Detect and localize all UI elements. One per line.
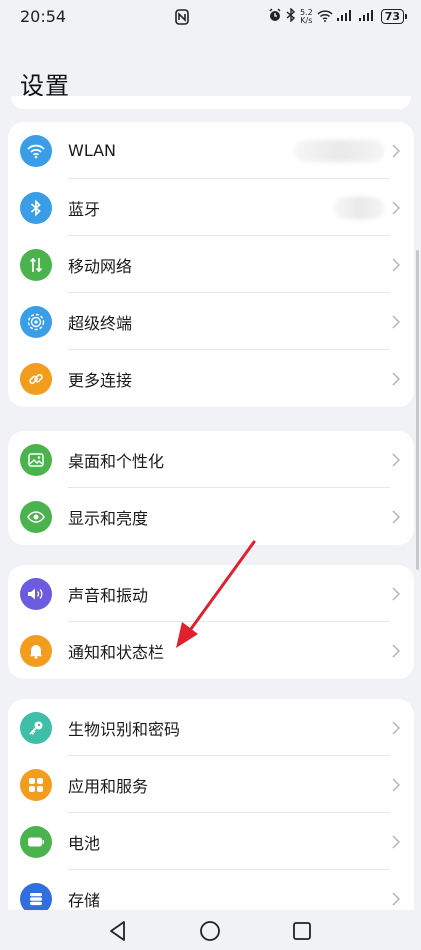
setting-bluetooth[interactable]: 蓝牙 <box>8 179 414 236</box>
nfc-icon <box>175 9 189 29</box>
status-time: 20:54 <box>20 7 67 26</box>
signal-icon-1 <box>336 9 355 24</box>
setting-storage[interactable]: 存储 <box>8 870 414 910</box>
link-icon <box>20 362 52 395</box>
chevron-right-icon <box>392 891 401 911</box>
signal-icon-2 <box>358 9 377 24</box>
status-icons: 5.2 K/s 73 <box>268 7 407 25</box>
setting-home-screen[interactable]: 桌面和个性化 <box>8 431 414 488</box>
wallpaper-icon <box>20 443 52 476</box>
setting-super-device[interactable]: 超级终端 <box>8 293 414 350</box>
apps-icon <box>20 768 52 801</box>
home-icon[interactable] <box>197 918 223 944</box>
setting-battery[interactable]: 电池 <box>8 813 414 870</box>
bluetooth-status-icon <box>286 7 296 25</box>
chevron-right-icon <box>392 143 401 163</box>
settings-group-display: 桌面和个性化 显示和亮度 <box>8 431 414 545</box>
recents-icon[interactable] <box>289 918 315 944</box>
speaker-icon <box>20 577 52 610</box>
super-device-icon <box>20 305 52 338</box>
key-icon <box>20 711 52 744</box>
status-bar: 20:54 5.2 K/s 73 <box>0 0 421 36</box>
chevron-right-icon <box>392 452 401 472</box>
setting-label: 超级终端 <box>68 313 133 333</box>
setting-notifications-status-bar[interactable]: 通知和状态栏 <box>8 622 414 679</box>
chevron-right-icon <box>392 200 401 220</box>
storage-icon <box>20 882 52 910</box>
setting-label: 声音和振动 <box>68 585 149 605</box>
wifi-network-name-redacted <box>294 139 384 162</box>
wifi-status-icon <box>317 9 333 25</box>
battery-level: 73 <box>380 9 404 24</box>
setting-wlan[interactable]: WLAN <box>8 122 414 179</box>
chevron-right-icon <box>392 257 401 277</box>
chevron-right-icon <box>392 643 401 663</box>
battery-icon <box>20 825 52 858</box>
chevron-right-icon <box>392 509 401 529</box>
setting-label: 应用和服务 <box>68 776 149 796</box>
setting-label: 通知和状态栏 <box>68 642 165 662</box>
eye-icon <box>20 500 52 533</box>
navigation-bar <box>0 910 421 950</box>
alarm-icon <box>268 8 282 25</box>
setting-label: 显示和亮度 <box>68 508 149 528</box>
chevron-right-icon <box>392 371 401 391</box>
chevron-right-icon <box>392 586 401 606</box>
setting-biometrics-password[interactable]: 生物识别和密码 <box>8 699 414 756</box>
bluetooth-icon <box>20 191 52 224</box>
setting-label: WLAN <box>68 141 117 160</box>
setting-label: 电池 <box>68 833 101 853</box>
setting-mobile-network[interactable]: 移动网络 <box>8 236 414 293</box>
bell-icon <box>20 634 52 667</box>
chevron-right-icon <box>392 834 401 854</box>
setting-label: 生物识别和密码 <box>68 719 181 739</box>
setting-apps-services[interactable]: 应用和服务 <box>8 756 414 813</box>
setting-display-brightness[interactable]: 显示和亮度 <box>8 488 414 545</box>
scrollbar[interactable] <box>416 250 419 570</box>
mobile-network-icon <box>20 248 52 281</box>
bluetooth-device-name-redacted <box>334 196 384 219</box>
chevron-right-icon <box>392 720 401 740</box>
chevron-right-icon <box>392 777 401 797</box>
setting-label: 桌面和个性化 <box>68 451 165 471</box>
setting-label: 移动网络 <box>68 256 133 276</box>
settings-group-sound-notifications: 声音和振动 通知和状态栏 <box>8 565 414 679</box>
setting-label: 更多连接 <box>68 370 133 390</box>
battery-status: 73 <box>380 9 407 24</box>
speed-unit: K/s <box>300 15 313 25</box>
back-icon[interactable] <box>105 918 131 944</box>
setting-label: 蓝牙 <box>68 199 101 219</box>
search-bar-partial[interactable] <box>11 96 411 109</box>
setting-sound-vibration[interactable]: 声音和振动 <box>8 565 414 622</box>
network-speed: 5.2 K/s <box>300 8 313 25</box>
settings-group-security-apps: 生物识别和密码 应用和服务 电池 存储 <box>8 699 414 910</box>
settings-group-connectivity: WLAN 蓝牙 移动网络 超级终端 更多连接 <box>8 122 414 407</box>
setting-more-connections[interactable]: 更多连接 <box>8 350 414 407</box>
wifi-icon <box>20 134 52 167</box>
setting-label: 存储 <box>68 890 101 910</box>
chevron-right-icon <box>392 314 401 334</box>
